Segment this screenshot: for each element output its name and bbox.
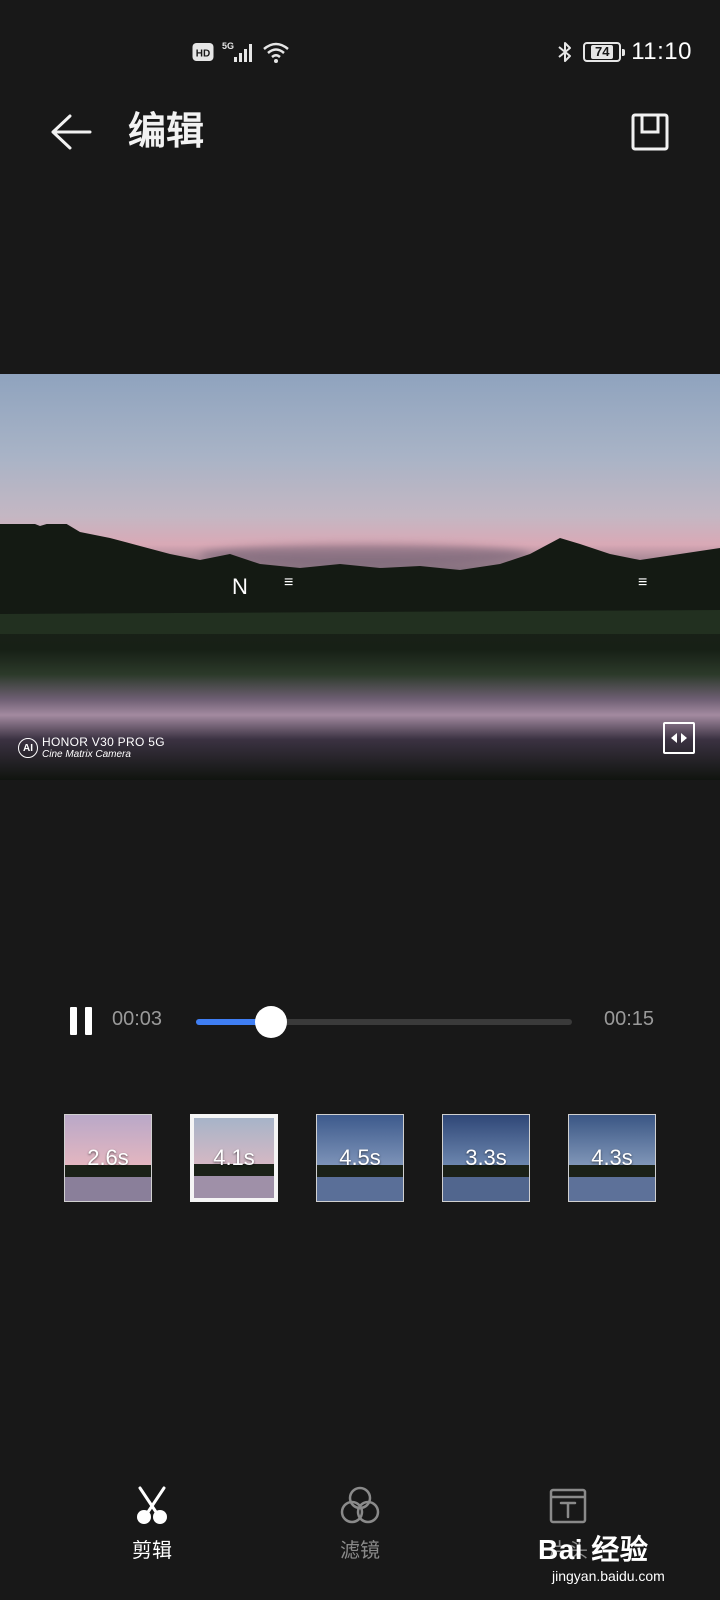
clip-thumbnail[interactable]: 2.6s (64, 1114, 152, 1202)
current-time: 00:03 (112, 1008, 163, 1030)
wifi-icon (263, 42, 289, 63)
battery-indicator: 74 (583, 42, 626, 62)
tab-filter[interactable]: 滤镜 (300, 1484, 420, 1563)
progress-slider[interactable] (196, 1006, 572, 1038)
clip-duration: 4.3s (591, 1145, 633, 1170)
clip-water (65, 1176, 151, 1201)
watermark-camera: Cine Matrix Camera (42, 749, 131, 760)
ai-badge-icon: AI (18, 738, 38, 758)
baidu-url: jingyan.baidu.com (552, 1568, 665, 1584)
preview-overlay-n: N (232, 574, 248, 599)
bluetooth-icon (558, 42, 572, 62)
scissors-icon (130, 1484, 174, 1528)
progress-thumb[interactable] (255, 1006, 288, 1038)
clip-duration: 4.5s (339, 1145, 381, 1170)
status-left-icons: HD 5G (192, 40, 290, 64)
clip-duration: 4.1s (213, 1145, 255, 1170)
watermark-text: HONOR V30 PRO 5G Cine Matrix Camera (42, 735, 165, 761)
back-arrow-icon (51, 114, 92, 150)
clip-thumbnail-selected[interactable]: 4.1s (190, 1114, 278, 1202)
network-label: 5G (222, 41, 234, 51)
video-preview[interactable]: N ≡ ≡ AI HONOR V30 PRO 5G Cine Matrix Ca… (0, 374, 720, 780)
expand-arrows-icon (671, 733, 687, 743)
save-button[interactable] (626, 108, 674, 156)
tab-trim[interactable]: 剪辑 (92, 1484, 212, 1563)
tab-label: 滤镜 (340, 1540, 380, 1562)
save-icon (631, 113, 669, 151)
status-time: 11:10 (631, 38, 692, 65)
pause-icon (70, 1007, 77, 1035)
clip-thumbnail[interactable]: 4.3s (568, 1114, 656, 1202)
clip-water (569, 1176, 655, 1201)
playback-controls: 00:03 00:15 (0, 986, 720, 1056)
clip-thumbnail[interactable]: 4.5s (316, 1114, 404, 1202)
preview-treeline (0, 524, 720, 634)
clip-water (443, 1176, 529, 1201)
title-icon (546, 1484, 590, 1528)
back-button[interactable] (44, 106, 96, 158)
clip-strip: 2.6s 4.1s 4.5s 3.3s 4.3s (0, 1114, 720, 1206)
baidu-jingyan-watermark: Bai 经验 jingyan.baidu.com (538, 1528, 718, 1598)
preview-overlay-mark: ≡ (638, 574, 648, 591)
video-editor-screen: HD 5G 74 11:10 编辑 N ≡ ≡ AI HONOR V30 PRO… (0, 0, 720, 1600)
clip-duration: 3.3s (465, 1145, 507, 1170)
total-time: 00:15 (604, 1008, 655, 1030)
hd-icon: HD (192, 43, 214, 61)
baidu-brand: Bai 经验 (538, 1534, 649, 1565)
tab-label: 剪辑 (132, 1540, 172, 1562)
camera-watermark: AI HONOR V30 PRO 5G Cine Matrix Camera (18, 736, 165, 760)
preview-overlay-mark: ≡ (284, 574, 294, 591)
clip-thumbnail[interactable]: 3.3s (442, 1114, 530, 1202)
status-right-icons: 74 11:10 (557, 38, 692, 66)
pause-button[interactable] (66, 1006, 96, 1036)
hd-label: HD (196, 49, 210, 60)
cellular-signal-icon: 5G (222, 41, 252, 62)
header: 编辑 (0, 96, 720, 168)
watermark-model: HONOR V30 PRO 5G (42, 735, 165, 749)
battery-level: 74 (590, 45, 614, 59)
compare-toggle-button[interactable] (663, 722, 695, 754)
page-title: 编辑 (128, 111, 205, 153)
filter-icon (338, 1484, 382, 1528)
pause-icon (85, 1007, 92, 1035)
clip-duration: 2.6s (87, 1145, 129, 1170)
clip-water (317, 1176, 403, 1201)
clip-water (194, 1175, 274, 1198)
status-bar: HD 5G 74 11:10 (0, 0, 720, 106)
